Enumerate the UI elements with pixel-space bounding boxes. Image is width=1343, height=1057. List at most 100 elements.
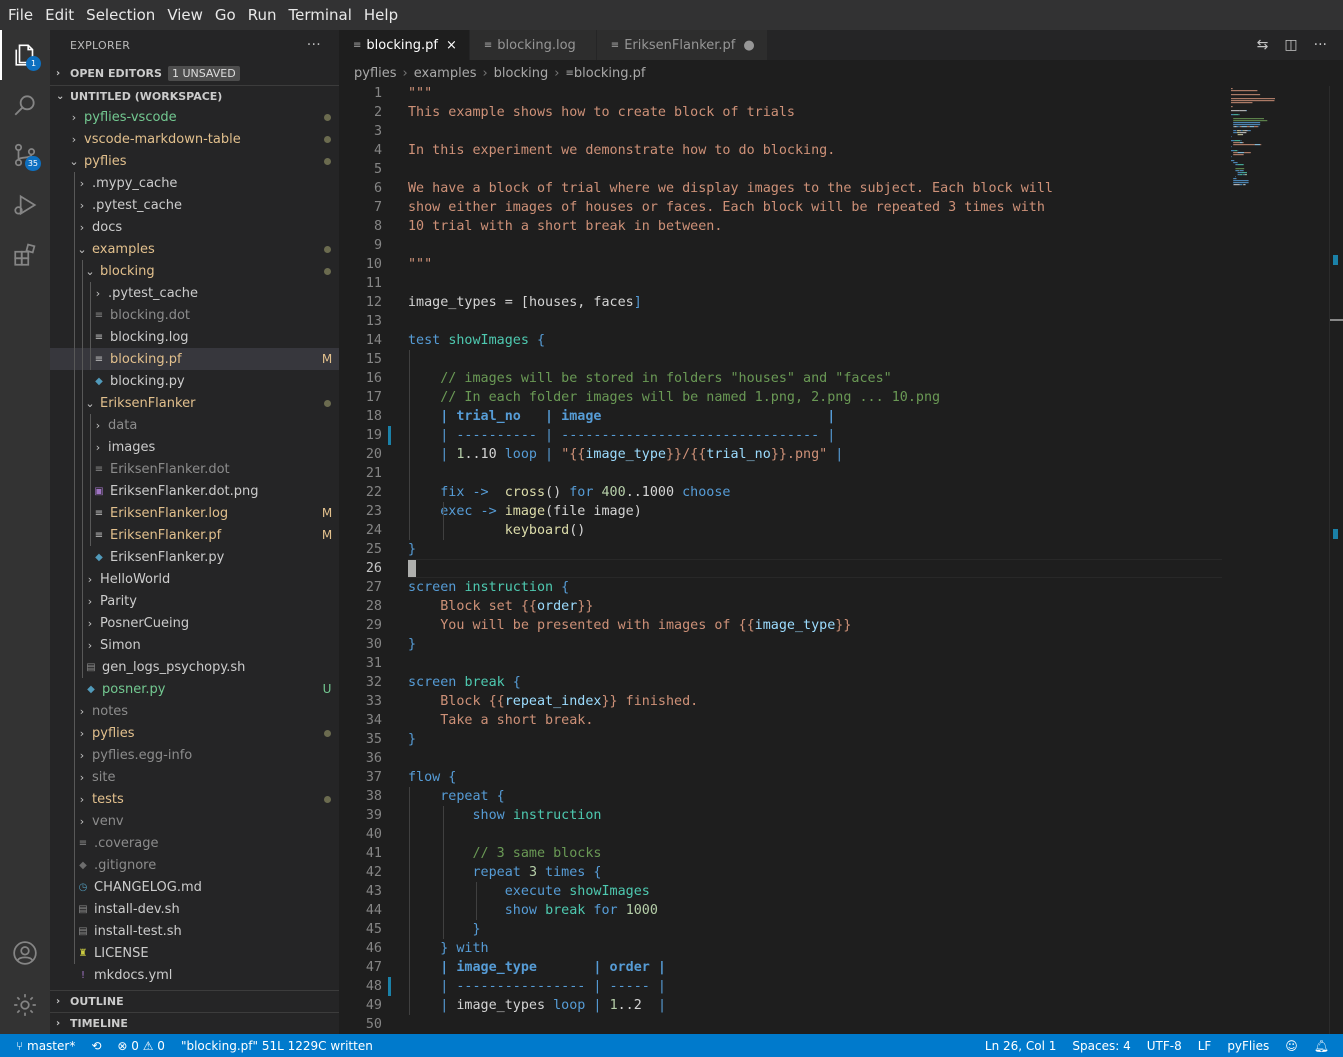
tree-file[interactable]: ◆ EriksenFlanker.py xyxy=(50,546,339,568)
tree-file[interactable]: ▤ install-dev.sh xyxy=(50,898,339,920)
menu-file[interactable]: File xyxy=(2,0,39,30)
outline-section[interactable]: › OUTLINE xyxy=(50,990,339,1012)
workspace-section[interactable]: ⌄ UNTITLED (WORKSPACE) xyxy=(50,85,339,107)
menu-selection[interactable]: Selection xyxy=(80,0,161,30)
feedback-icon[interactable]: ☺ xyxy=(1277,1039,1306,1053)
tree-folder[interactable]: › Simon xyxy=(50,634,339,656)
tree-item-label: EriksenFlanker.py xyxy=(110,549,225,565)
tree-file[interactable]: ▤ install-test.sh xyxy=(50,920,339,942)
breadcrumb-item[interactable]: blocking xyxy=(494,66,549,81)
minimap[interactable] xyxy=(1229,86,1329,206)
notifications-icon[interactable]: 🔔︎ xyxy=(1306,1039,1343,1053)
tree-folder[interactable]: › .pytest_cache xyxy=(50,194,339,216)
menu-help[interactable]: Help xyxy=(358,0,404,30)
tree-file[interactable]: ◷ CHANGELOG.md xyxy=(50,876,339,898)
tree-file[interactable]: ▣ EriksenFlanker.dot.png xyxy=(50,480,339,502)
menu-terminal[interactable]: Terminal xyxy=(283,0,358,30)
tree-folder[interactable]: › HelloWorld xyxy=(50,568,339,590)
tab-blocking-pf[interactable]: ≡ blocking.pf × xyxy=(339,30,470,60)
tree-folder[interactable]: › vscode-markdown-table xyxy=(50,128,339,150)
explorer-activity[interactable]: 1 xyxy=(0,30,50,80)
tree-file[interactable]: ◆ .gitignore xyxy=(50,854,339,876)
tree-folder[interactable]: ⌄ examples xyxy=(50,238,339,260)
tree-file[interactable]: ! mkdocs.yml xyxy=(50,964,339,986)
cursor-position[interactable]: Ln 26, Col 1 xyxy=(977,1039,1065,1053)
tree-item-label: data xyxy=(108,417,138,433)
tree-folder[interactable]: ⌄ blocking xyxy=(50,260,339,282)
line-content: | ---------------- | ----- | xyxy=(408,977,666,996)
manage-activity[interactable] xyxy=(0,980,50,1030)
tree-file[interactable]: ◆ blocking.py xyxy=(50,370,339,392)
indent-guide xyxy=(90,414,91,546)
breadcrumb-item[interactable]: pyflies xyxy=(354,66,397,81)
breadcrumb-item[interactable]: blocking.pf xyxy=(574,66,646,81)
menu-view[interactable]: View xyxy=(161,0,209,30)
breadcrumb-item[interactable]: examples xyxy=(414,66,477,81)
split-editor-icon[interactable]: ◫ xyxy=(1284,37,1297,53)
code-editor[interactable]: 1 """ 2 This example shows how to create bl… xyxy=(339,86,1343,1034)
extensions-activity[interactable] xyxy=(0,230,50,280)
chevron-down-icon: ⌄ xyxy=(85,264,95,278)
tree-folder[interactable]: › pyflies xyxy=(50,722,339,744)
tree-folder[interactable]: ⌄ pyflies xyxy=(50,150,339,172)
end-of-line[interactable]: LF xyxy=(1190,1039,1220,1053)
tree-file[interactable]: ≡ blocking.log xyxy=(50,326,339,348)
tree-folder[interactable]: › venv xyxy=(50,810,339,832)
tree-folder[interactable]: › pyflies.egg-info xyxy=(50,744,339,766)
menu-run[interactable]: Run xyxy=(242,0,283,30)
tree-item-label: .pytest_cache xyxy=(92,197,183,213)
tree-file[interactable]: ▤ gen_logs_psychopy.sh xyxy=(50,656,339,678)
more-actions-icon[interactable]: ··· xyxy=(1314,37,1327,53)
menu-go[interactable]: Go xyxy=(209,0,242,30)
search-activity[interactable] xyxy=(0,80,50,130)
tree-file[interactable]: ≡ blocking.pf M xyxy=(50,348,339,370)
tree-folder[interactable]: › PosnerCueing xyxy=(50,612,339,634)
tab-blocking-log[interactable]: ≡ blocking.log xyxy=(469,30,597,60)
branch-indicator[interactable]: ⑂ master* xyxy=(0,1039,83,1053)
open-editors-section[interactable]: › OPEN EDITORS 1 UNSAVED xyxy=(50,62,339,84)
menu-edit[interactable]: Edit xyxy=(39,0,80,30)
minimap-token xyxy=(1235,176,1236,178)
tab-eriksenflanker-pf[interactable]: ≡ EriksenFlanker.pf ● xyxy=(596,30,768,60)
run-debug-activity[interactable] xyxy=(0,180,50,230)
tree-file[interactable]: ≡ EriksenFlanker.pf M xyxy=(50,524,339,546)
open-changes-icon[interactable]: ⇆ xyxy=(1257,37,1269,53)
tree-file[interactable]: ≡ EriksenFlanker.log M xyxy=(50,502,339,524)
language-mode[interactable]: pyFlies xyxy=(1219,1039,1277,1053)
tree-file[interactable]: ◆ posner.py U xyxy=(50,678,339,700)
dirty-indicator-icon[interactable]: ● xyxy=(743,38,754,53)
line-number: 45 xyxy=(365,922,382,937)
close-icon[interactable]: × xyxy=(446,38,457,53)
encoding[interactable]: UTF-8 xyxy=(1139,1039,1190,1053)
tree-folder[interactable]: ⌄ EriksenFlanker xyxy=(50,392,339,414)
minimap-token xyxy=(1244,152,1251,154)
minimap-token xyxy=(1242,184,1244,186)
accounts-activity[interactable] xyxy=(0,928,50,978)
source-control-activity[interactable]: 35 xyxy=(0,130,50,180)
more-actions-icon[interactable]: ··· xyxy=(307,37,321,53)
tree-file[interactable]: ♜ LICENSE xyxy=(50,942,339,964)
tree-folder[interactable]: › notes xyxy=(50,700,339,722)
tree-folder[interactable]: › site xyxy=(50,766,339,788)
line-content: execute showImages xyxy=(408,882,650,901)
code-line: 10 """ xyxy=(339,255,1229,274)
tree-item-label: Simon xyxy=(100,637,141,653)
tree-file[interactable]: ≡ blocking.dot xyxy=(50,304,339,326)
tree-folder[interactable]: › pyflies-vscode xyxy=(50,106,339,128)
tree-file[interactable]: ≡ .coverage xyxy=(50,832,339,854)
tree-file[interactable]: ≡ EriksenFlanker.dot xyxy=(50,458,339,480)
indentation[interactable]: Spaces: 4 xyxy=(1064,1039,1138,1053)
tree-folder[interactable]: › Parity xyxy=(50,590,339,612)
tree-folder[interactable]: › .mypy_cache xyxy=(50,172,339,194)
timeline-section[interactable]: › TIMELINE xyxy=(50,1012,339,1034)
sync-icon[interactable]: ⟲ xyxy=(83,1039,109,1053)
tree-folder[interactable]: › docs xyxy=(50,216,339,238)
chevron-right-icon: › xyxy=(87,572,93,586)
tree-folder[interactable]: › data xyxy=(50,414,339,436)
tree-folder[interactable]: › images xyxy=(50,436,339,458)
editor-scrollbar[interactable] xyxy=(1329,86,1343,1034)
problems-indicator[interactable]: ⊗ 0 ⚠ 0 xyxy=(109,1039,173,1053)
tree-folder[interactable]: › .pytest_cache xyxy=(50,282,339,304)
minimap-token xyxy=(1239,126,1240,128)
tree-folder[interactable]: › tests xyxy=(50,788,339,810)
